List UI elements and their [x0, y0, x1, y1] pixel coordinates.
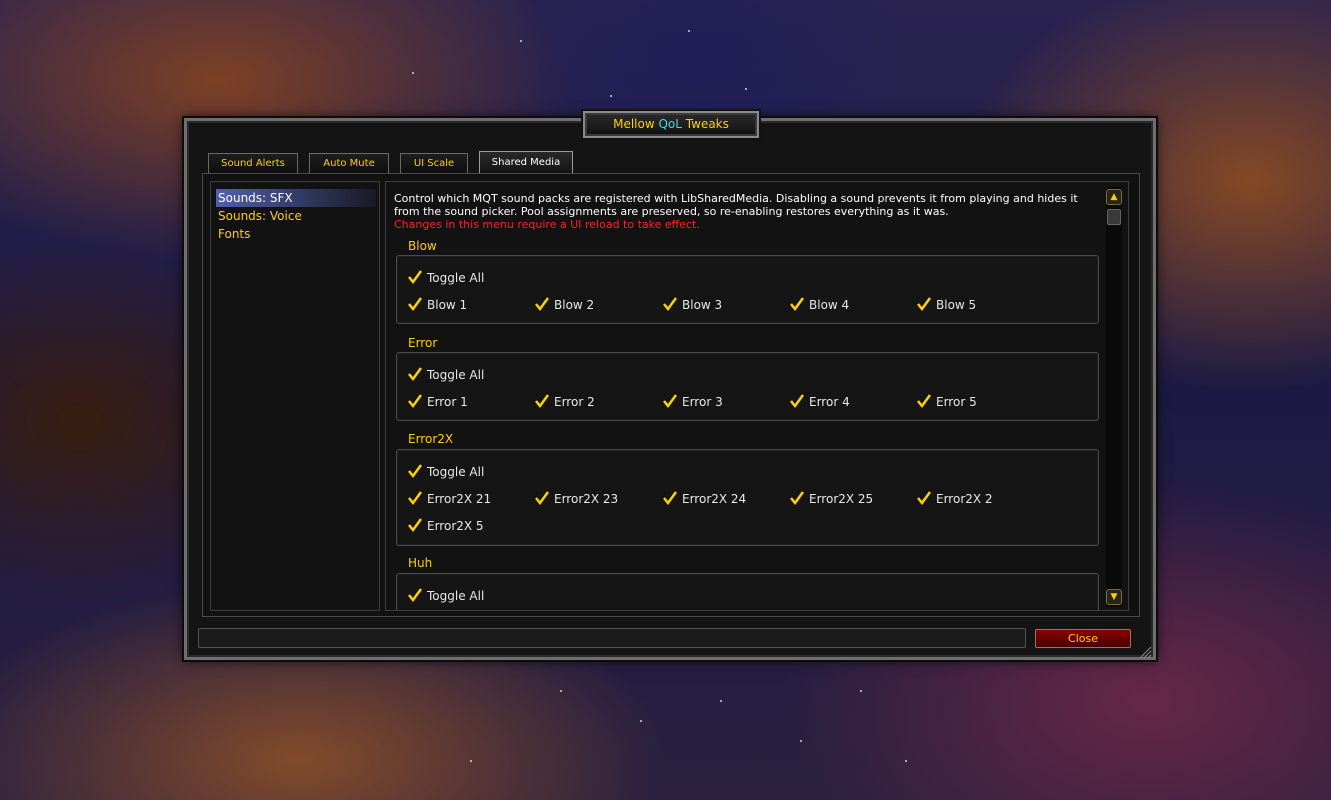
title-accent: QoL [658, 117, 682, 131]
checkbox-label: Error 1 [427, 395, 468, 409]
checkbox-label: Error 5 [936, 395, 977, 409]
checkmark-icon [916, 491, 932, 507]
checkbox-label: Error2X 2 [936, 492, 993, 506]
checkbox-label: Error2X 21 [427, 492, 492, 506]
checkbox-label: Blow 2 [554, 298, 595, 312]
description-text: Control which MQT sound packs are regist… [394, 192, 1106, 231]
title-suffix: Tweaks [681, 117, 729, 131]
group-title-blow: Blow [408, 239, 437, 253]
checkmark-icon [662, 394, 678, 410]
group-box-huh: Toggle All [396, 573, 1099, 610]
window-title[interactable]: Mellow QoL Tweaks [583, 111, 759, 138]
checkmark-icon [916, 394, 932, 410]
checkbox-error-5[interactable]: Error 5 [916, 394, 977, 410]
checkmark-icon [407, 491, 423, 507]
checkbox-error2x-23[interactable]: Error2X 23 [534, 491, 618, 507]
group-title-error2x: Error2X [408, 432, 454, 446]
resize-grip-icon[interactable] [1138, 645, 1152, 659]
sidebar-item-fonts[interactable]: Fonts [216, 225, 376, 243]
toggle-all-checkbox[interactable]: Toggle All [407, 464, 484, 480]
status-bar [198, 628, 1026, 648]
checkbox-label: Error 2 [554, 395, 595, 409]
checkbox-error2x-21[interactable]: Error2X 21 [407, 491, 491, 507]
checkbox-label: Toggle All [427, 465, 485, 479]
reload-warning: Changes in this menu require a UI reload… [394, 218, 700, 231]
checkbox-error2x-24[interactable]: Error2X 24 [662, 491, 746, 507]
checkbox-label: Error2X 23 [554, 492, 619, 506]
checkbox-label: Toggle All [427, 589, 485, 603]
checkbox-error-3[interactable]: Error 3 [662, 394, 723, 410]
checkbox-label: Toggle All [427, 368, 485, 382]
group-box-blow: Toggle All Blow 1 Blow 2 Blow 3 Blow 4 B… [396, 255, 1099, 324]
checkbox-error2x-2[interactable]: Error2X 2 [916, 491, 993, 507]
checkbox-label: Blow 4 [809, 298, 850, 312]
checkmark-icon [407, 367, 423, 383]
tab-sound-alerts[interactable]: Sound Alerts [208, 153, 298, 173]
checkbox-error-4[interactable]: Error 4 [789, 394, 850, 410]
checkmark-icon [662, 297, 678, 313]
checkmark-icon [407, 394, 423, 410]
checkbox-error-2[interactable]: Error 2 [534, 394, 595, 410]
checkbox-label: Toggle All [427, 271, 485, 285]
checkbox-blow-2[interactable]: Blow 2 [534, 297, 594, 313]
sidebar-item-sounds-voice[interactable]: Sounds: Voice [216, 207, 376, 225]
checkbox-label: Error2X 5 [427, 519, 484, 533]
checkbox-label: Blow 3 [682, 298, 723, 312]
vertical-scrollbar[interactable]: ▲ ▼ [1106, 187, 1122, 607]
toggle-all-checkbox[interactable]: Toggle All [407, 367, 484, 383]
checkmark-icon [789, 491, 805, 507]
checkbox-blow-1[interactable]: Blow 1 [407, 297, 467, 313]
checkmark-icon [407, 518, 423, 534]
checkbox-blow-5[interactable]: Blow 5 [916, 297, 976, 313]
checkbox-label: Error 3 [682, 395, 723, 409]
close-button[interactable]: Close [1035, 629, 1131, 648]
scroll-down-arrow-icon[interactable]: ▼ [1106, 589, 1122, 605]
checkbox-label: Blow 1 [427, 298, 468, 312]
settings-panel: Control which MQT sound packs are regist… [385, 181, 1129, 611]
checkmark-icon [407, 297, 423, 313]
sidebar-item-sounds-sfx[interactable]: Sounds: SFX [216, 189, 376, 207]
checkmark-icon [534, 297, 550, 313]
checkbox-blow-4[interactable]: Blow 4 [789, 297, 849, 313]
checkbox-label: Error 4 [809, 395, 850, 409]
checkmark-icon [534, 394, 550, 410]
title-prefix: Mellow [613, 117, 659, 131]
category-sidebar: Sounds: SFX Sounds: Voice Fonts [210, 181, 380, 611]
scrollbar-thumb[interactable] [1107, 209, 1121, 225]
checkbox-label: Error2X 25 [809, 492, 874, 506]
checkmark-icon [789, 394, 805, 410]
checkmark-icon [407, 270, 423, 286]
checkmark-icon [407, 464, 423, 480]
group-box-error: Toggle All Error 1 Error 2 Error 3 Error… [396, 352, 1099, 421]
toggle-all-checkbox[interactable]: Toggle All [407, 588, 484, 604]
checkmark-icon [534, 491, 550, 507]
tab-auto-mute[interactable]: Auto Mute [309, 153, 389, 173]
checkbox-blow-3[interactable]: Blow 3 [662, 297, 722, 313]
tab-shared-media[interactable]: Shared Media [479, 151, 573, 173]
group-title-huh: Huh [408, 556, 433, 570]
description-body: Control which MQT sound packs are regist… [394, 192, 1078, 218]
tab-ui-scale[interactable]: UI Scale [400, 153, 468, 173]
checkmark-icon [662, 491, 678, 507]
checkmark-icon [407, 588, 423, 604]
checkmark-icon [789, 297, 805, 313]
checkbox-label: Blow 5 [936, 298, 977, 312]
group-title-error: Error [408, 336, 438, 350]
checkbox-error2x-25[interactable]: Error2X 25 [789, 491, 873, 507]
checkbox-error-1[interactable]: Error 1 [407, 394, 468, 410]
scroll-up-arrow-icon[interactable]: ▲ [1106, 189, 1122, 205]
toggle-all-checkbox[interactable]: Toggle All [407, 270, 484, 286]
group-box-error2x: Toggle All Error2X 21 Error2X 23 Error2X… [396, 449, 1099, 546]
checkbox-error2x-5[interactable]: Error2X 5 [407, 518, 484, 534]
checkmark-icon [916, 297, 932, 313]
checkbox-label: Error2X 24 [682, 492, 747, 506]
